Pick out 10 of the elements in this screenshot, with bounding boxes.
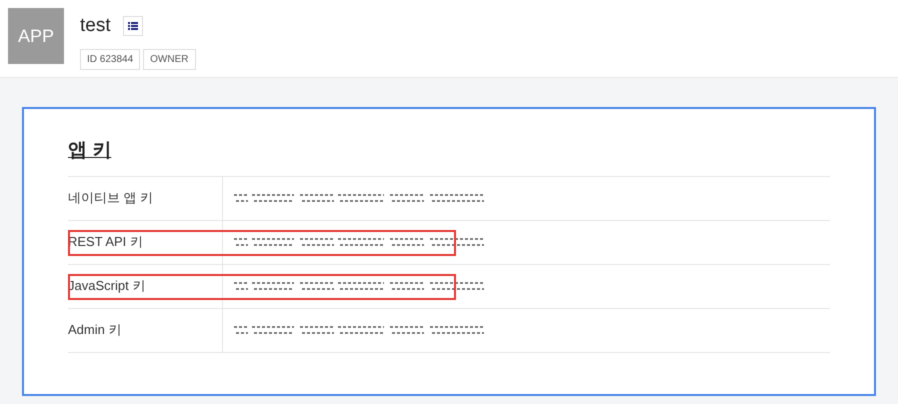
key-label: JavaScript 키 <box>68 277 146 296</box>
app-icon: APP <box>8 8 64 64</box>
section-title: 앱 키 <box>68 139 112 163</box>
badge: OWNER <box>143 48 196 70</box>
list-icon <box>128 22 138 30</box>
key-label: Admin 키 <box>68 321 122 340</box>
key-label: 네이티브 앱 키 <box>68 189 154 208</box>
list-button[interactable] <box>122 16 143 36</box>
app-name: test <box>80 14 111 38</box>
badge: ID 623844 <box>80 48 140 70</box>
